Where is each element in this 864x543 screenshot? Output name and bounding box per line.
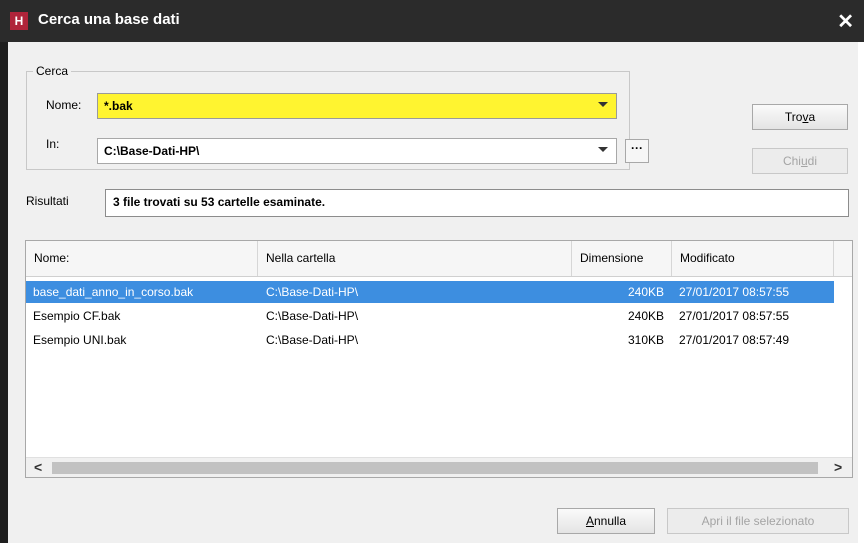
results-list[interactable]: Nome: Nella cartella Dimensione Modifica… (25, 240, 853, 478)
column-header-size[interactable]: Dimensione (572, 241, 672, 276)
row-modified: 27/01/2017 08:57:49 (679, 333, 790, 347)
app-logo-icon: H (10, 12, 28, 30)
dialog-title: Cerca una base dati (38, 11, 180, 28)
table-row[interactable]: Esempio UNI.bak C:\Base-Dati-HP\ 310KB 2… (26, 329, 834, 351)
name-pattern-value: *.bak (104, 99, 133, 113)
column-header-name[interactable]: Nome: (26, 241, 258, 276)
chevron-down-icon[interactable] (598, 102, 608, 107)
results-summary-box: 3 file trovati su 53 cartelle esaminate. (105, 189, 849, 217)
row-size: 240KB (627, 285, 664, 299)
find-button-label-end: a (808, 110, 816, 124)
cancel-button-label: nnulla (593, 514, 627, 528)
row-size: 310KB (627, 333, 664, 347)
results-list-header: Nome: Nella cartella Dimensione Modifica… (26, 241, 852, 277)
column-header-modified[interactable]: Modificato (672, 241, 834, 276)
close-button-label-end: di (807, 154, 818, 168)
title-bar: H Cerca una base dati ✕ (0, 0, 864, 42)
column-header-folder[interactable]: Nella cartella (258, 241, 572, 276)
window-right-edge (858, 42, 864, 543)
close-search-button[interactable]: Chiudi (752, 148, 848, 174)
row-folder: C:\Base-Dati-HP\ (266, 309, 359, 323)
row-folder: C:\Base-Dati-HP\ (266, 285, 359, 299)
window-left-edge (0, 42, 8, 543)
row-modified: 27/01/2017 08:57:55 (679, 285, 790, 299)
folder-value: C:\Base-Dati-HP\ (104, 144, 200, 158)
name-pattern-combo[interactable]: *.bak (97, 93, 617, 119)
row-file-name: Esempio CF.bak (33, 309, 121, 323)
table-row[interactable]: Esempio CF.bak C:\Base-Dati-HP\ 240KB 27… (26, 305, 834, 327)
name-label: Nome: (46, 98, 82, 112)
close-button-label-start: Chi (782, 154, 801, 168)
scrollbar-thumb[interactable] (52, 462, 818, 474)
search-database-dialog: H Cerca una base dati ✕ Cerca Nome: *.ba… (0, 0, 864, 543)
row-size: 240KB (627, 309, 664, 323)
row-file-name: Esempio UNI.bak (33, 333, 127, 347)
find-button-label-start: Tro (784, 110, 803, 124)
row-file-name: base_dati_anno_in_corso.bak (33, 285, 194, 299)
chevron-down-icon[interactable] (598, 147, 608, 152)
results-summary-text: 3 file trovati su 53 cartelle esaminate. (113, 195, 326, 209)
scroll-left-icon[interactable]: < (34, 459, 42, 475)
row-folder: C:\Base-Dati-HP\ (266, 333, 359, 347)
cancel-button[interactable]: Annulla (557, 508, 655, 534)
cancel-button-mnemonic: A (585, 514, 594, 528)
find-button[interactable]: Trova (752, 104, 848, 130)
row-modified: 27/01/2017 08:57:55 (679, 309, 790, 323)
open-selected-file-button[interactable]: Apri il file selezionato (667, 508, 849, 534)
close-icon[interactable]: ✕ (837, 9, 854, 34)
close-button-mnemonic: u (800, 154, 808, 168)
table-row[interactable]: base_dati_anno_in_corso.bak C:\Base-Dati… (26, 281, 834, 303)
browse-folder-button[interactable]: ··· (625, 139, 649, 163)
results-label: Risultati (26, 194, 69, 208)
scroll-right-icon[interactable]: > (834, 459, 842, 475)
search-group-legend: Cerca (36, 64, 69, 78)
in-label: In: (46, 137, 60, 151)
horizontal-scrollbar[interactable]: < > (26, 457, 852, 477)
folder-combo[interactable]: C:\Base-Dati-HP\ (97, 138, 617, 164)
